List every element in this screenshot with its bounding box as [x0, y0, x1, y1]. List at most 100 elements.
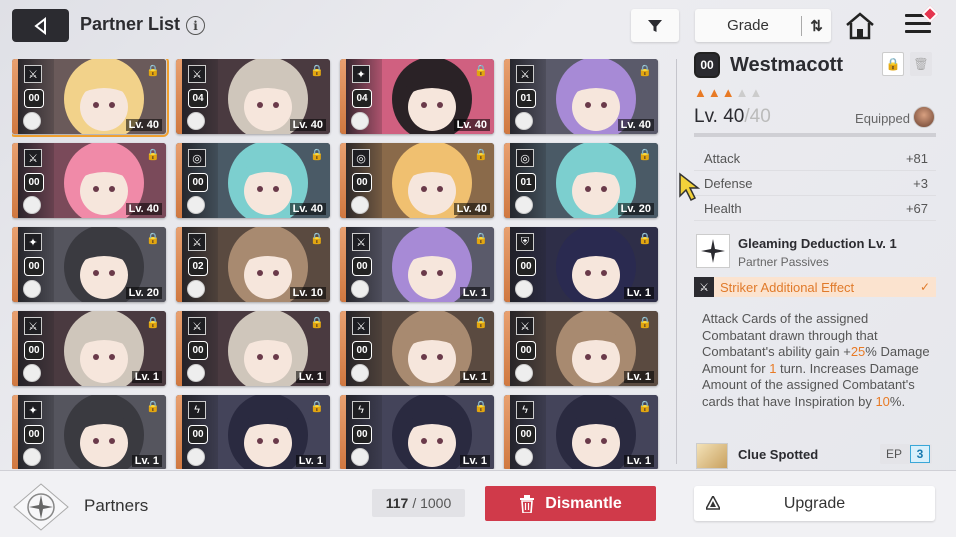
- partner-card[interactable]: ⚔ 00 🔒 Lv. 40: [12, 143, 166, 218]
- star-empty-icon: ▲: [749, 85, 763, 100]
- equipped-avatar: [23, 364, 41, 382]
- back-button[interactable]: [12, 9, 69, 42]
- lock-icon: 🔒: [146, 233, 160, 245]
- partner-code-badge: 00: [516, 341, 536, 360]
- role-striker-icon: ⚔: [24, 65, 42, 83]
- partner-code-badge: 00: [24, 89, 44, 108]
- lock-icon: 🔒: [310, 65, 324, 77]
- role-bolt-icon: ϟ: [188, 401, 206, 419]
- card-level: Lv. 1: [623, 287, 654, 299]
- role-target-icon: ◎: [188, 149, 206, 167]
- compass-star-icon: [696, 234, 730, 268]
- level-row: Lv. 40/40 Equipped: [694, 106, 936, 132]
- role-bolt-icon: ϟ: [516, 401, 534, 419]
- card-level: Lv. 40: [453, 203, 490, 215]
- partner-card[interactable]: ⚔ 00 🔒 Lv. 1: [340, 227, 494, 302]
- partner-card[interactable]: ⚔ 01 🔒 Lv. 40: [504, 59, 658, 134]
- equipped-avatar: [515, 364, 533, 382]
- clue-row[interactable]: Clue Spotted EP 3: [694, 443, 936, 469]
- equipped-avatar: [351, 364, 369, 382]
- partner-card[interactable]: ⚔ 00 🔒 Lv. 1: [12, 311, 166, 386]
- lock-icon: 🔒: [474, 317, 488, 329]
- partner-card[interactable]: ⚔ 00 🔒 Lv. 40: [12, 59, 169, 137]
- partner-card[interactable]: ◎ 00 🔒 Lv. 40: [340, 143, 494, 218]
- star-filled-icon: ▲: [694, 85, 707, 100]
- partner-card[interactable]: ⚔ 00 🔒 Lv. 1: [176, 311, 330, 386]
- partner-card[interactable]: ◎ 01 🔒 Lv. 20: [504, 143, 658, 218]
- partner-card[interactable]: ⛨ 00 🔒 Lv. 1: [504, 227, 658, 302]
- card-level: Lv. 40: [453, 119, 490, 131]
- partner-card[interactable]: ✦ 00 🔒 Lv. 20: [12, 227, 166, 302]
- clue-thumbnail: [696, 443, 728, 469]
- dismantle-button[interactable]: Dismantle: [485, 486, 656, 521]
- trash-icon: [520, 494, 535, 513]
- stat-label: Defense: [704, 175, 753, 191]
- upgrade-arrow-icon: [706, 496, 720, 510]
- level-progress-bar: [694, 133, 936, 137]
- partner-card[interactable]: ⚔ 00 🔒 Lv. 1: [340, 311, 494, 386]
- partner-code-badge: 04: [188, 89, 208, 108]
- partner-code-badge: 00: [516, 425, 536, 444]
- passive-skill[interactable]: Gleaming Deduction Lv. 1 Partner Passive…: [694, 232, 936, 280]
- card-level: Lv. 1: [131, 371, 162, 383]
- partner-card[interactable]: ✦ 00 🔒 Lv. 1: [12, 395, 166, 469]
- lock-toggle-button[interactable]: 🔒: [882, 52, 904, 76]
- card-level: Lv. 40: [617, 119, 654, 131]
- partner-code-badge: 00: [694, 52, 720, 78]
- stat-value: +3: [913, 175, 928, 191]
- equipped-label: Equipped: [855, 111, 910, 126]
- card-level: Lv. 40: [125, 203, 162, 215]
- partner-card[interactable]: ⚔ 00 🔒 Lv. 1: [504, 311, 658, 386]
- partner-card[interactable]: ϟ 00 🔒 Lv. 1: [340, 395, 494, 469]
- lock-icon: 🔒: [310, 149, 324, 161]
- trash-icon: 🗑: [913, 57, 929, 71]
- stat-health: Health +67: [694, 196, 936, 221]
- striker-effect-row[interactable]: ⚔ Striker Additional Effect ✓: [694, 277, 936, 297]
- filter-button[interactable]: [631, 9, 679, 42]
- card-level: Lv. 1: [623, 371, 654, 383]
- partners-label: Partners: [84, 496, 149, 515]
- role-bolt-icon: ϟ: [352, 401, 370, 419]
- equipped-combatant-avatar[interactable]: [913, 106, 935, 128]
- lock-icon: 🔒: [310, 317, 324, 329]
- delete-button[interactable]: 🗑: [910, 52, 932, 76]
- partner-card[interactable]: ✦ 04 🔒 Lv. 40: [340, 59, 494, 134]
- partner-code-badge: 00: [352, 173, 372, 192]
- partner-code-badge: 00: [516, 257, 536, 276]
- stat-attack: Attack +81: [694, 146, 936, 171]
- grade-sort-button[interactable]: Grade ⇅: [695, 9, 831, 42]
- partner-card[interactable]: ϟ 00 🔒 Lv. 1: [176, 395, 330, 469]
- partner-card[interactable]: ϟ 00 🔒 Lv. 1: [504, 395, 658, 469]
- lock-icon: 🔒: [474, 149, 488, 161]
- card-level: Lv. 20: [617, 203, 654, 215]
- card-level: Lv. 1: [295, 455, 326, 467]
- panel-divider: [676, 59, 677, 464]
- partner-card[interactable]: ⚔ 04 🔒 Lv. 40: [176, 59, 330, 134]
- home-icon[interactable]: [844, 12, 876, 40]
- equipped-avatar: [187, 364, 205, 382]
- info-icon[interactable]: i: [186, 16, 205, 35]
- partner-code-badge: 04: [352, 89, 372, 108]
- role-support-icon: ✦: [352, 65, 370, 83]
- sort-order-icon[interactable]: ⇅: [802, 17, 831, 35]
- upgrade-button[interactable]: Upgrade: [694, 486, 935, 521]
- count-total: / 1000: [412, 495, 452, 511]
- lock-icon: 🔒: [146, 401, 160, 413]
- stat-defense: Defense +3: [694, 171, 936, 196]
- desc-highlight: 25: [850, 344, 866, 359]
- partner-card[interactable]: ⚔ 02 🔒 Lv. 10: [176, 227, 330, 302]
- star-filled-icon: ▲: [721, 85, 735, 100]
- partner-card[interactable]: ◎ 00 🔒 Lv. 40: [176, 143, 330, 218]
- lock-icon: 🔒: [474, 65, 488, 77]
- level-max: /40: [744, 106, 771, 127]
- lock-icon: 🔒: [474, 401, 488, 413]
- dismantle-label: Dismantle: [545, 494, 622, 512]
- level-current: Lv. 40: [694, 106, 745, 127]
- upgrade-label: Upgrade: [783, 494, 846, 512]
- star-empty-icon: ▲: [735, 85, 749, 100]
- partner-code-badge: 02: [188, 257, 208, 276]
- striker-swords-icon: ⚔: [694, 277, 714, 297]
- partners-emblem-icon: [13, 483, 69, 531]
- partner-code-badge: 00: [188, 341, 208, 360]
- count-current: 117: [385, 495, 409, 511]
